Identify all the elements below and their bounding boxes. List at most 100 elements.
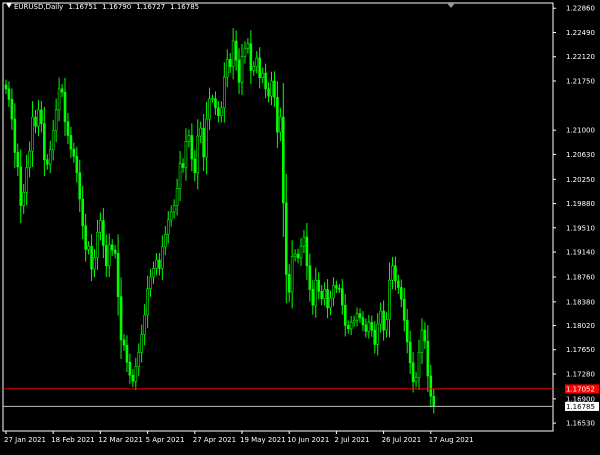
candle-body	[228, 59, 232, 67]
ohlc-open: 1.16751	[68, 3, 98, 11]
time-tick-label: 27 Jan 2021	[4, 436, 46, 444]
price-tick-label: 1.18380	[566, 298, 595, 306]
price-tick-label: 1.21000	[566, 127, 595, 135]
candle-body	[34, 116, 37, 127]
price-tick-label: 1.19880	[566, 200, 595, 208]
chart-menu-triangle-icon[interactable]	[6, 3, 12, 8]
candle-body	[343, 304, 347, 326]
candle-body	[346, 325, 350, 330]
candle-body	[10, 99, 14, 120]
candle-body	[87, 245, 90, 250]
candle-body	[110, 244, 114, 251]
candle-body	[302, 236, 306, 247]
price-tick-label: 1.20250	[566, 176, 595, 184]
candle-body	[352, 319, 356, 323]
candle-body	[31, 116, 34, 152]
candle-body	[414, 376, 418, 383]
candle-body	[258, 57, 262, 79]
candle-body	[293, 253, 297, 257]
candle-body	[320, 291, 323, 299]
chart-title-bar: EURUSD,Daily 1.16751 1.16790 1.16727 1.16785	[6, 3, 204, 11]
chart-area[interactable]: 1.22860 1.22490 1.22120 1.21750 1.21000 1.206…	[0, 0, 600, 451]
price-tick-label: 1.19140	[566, 249, 595, 257]
price-tick-label: 1.18760	[566, 273, 595, 281]
price-tick-label: 1.18020	[566, 322, 595, 330]
candle-body	[287, 274, 291, 293]
ohlc-close: 1.16785	[170, 3, 200, 11]
candle-body	[338, 287, 341, 290]
candle-body	[69, 135, 73, 150]
candle-body	[28, 150, 31, 168]
price-chart[interactable]: 1.22860 1.22490 1.22120 1.21750 1.21000 1.206…	[0, 0, 600, 451]
candle-body	[107, 244, 111, 267]
candle-body	[90, 245, 93, 270]
candle-body	[397, 280, 400, 288]
candle-body	[4, 84, 8, 90]
candle-body	[93, 257, 96, 270]
candle-body	[299, 245, 303, 259]
chart-shift-marker-icon[interactable]	[447, 3, 455, 8]
candle-body	[391, 265, 394, 281]
candle-body	[267, 88, 270, 97]
candle-body	[273, 80, 276, 98]
candle-body	[426, 340, 430, 377]
candle-body	[243, 47, 247, 58]
candle-body	[376, 323, 380, 345]
candle-body	[308, 265, 312, 290]
candle-body	[214, 98, 217, 109]
ohlc-high: 1.16790	[102, 3, 132, 11]
price-tick-label: 1.22490	[566, 29, 595, 37]
candle-body	[134, 366, 138, 382]
candle-body	[370, 321, 374, 331]
candle-body	[113, 249, 117, 254]
bid-price-label: 1.16785	[566, 403, 595, 411]
candle-body	[96, 232, 99, 258]
candle-body	[264, 72, 267, 90]
candle-body	[382, 310, 385, 331]
candle-body	[140, 334, 143, 353]
candle-body	[358, 313, 362, 318]
candle-body	[187, 135, 191, 142]
candle-body	[335, 285, 338, 289]
candle-body	[137, 352, 141, 368]
time-tick-label: 10 Jun 2021	[287, 436, 329, 444]
candle-body	[54, 109, 58, 132]
candle-body	[281, 116, 285, 204]
candle-body	[116, 253, 120, 297]
candle-body	[305, 236, 309, 267]
price-tick-label: 1.17280	[566, 370, 595, 378]
candle-body	[423, 329, 427, 342]
candle-body	[175, 188, 179, 206]
candle-body	[355, 313, 359, 321]
time-tick-label: 18 Feb 2021	[51, 436, 95, 444]
time-tick-label: 5 Apr 2021	[146, 436, 185, 444]
candle-body	[16, 152, 20, 168]
time-tick-label: 19 May 2021	[240, 436, 286, 444]
candle-body	[146, 288, 149, 316]
price-tick-label: 1.22120	[566, 53, 595, 61]
candle-body	[37, 109, 40, 127]
candle-body	[99, 220, 102, 233]
candle-body	[385, 319, 388, 331]
candle-body	[249, 43, 253, 71]
level-price-label: 1.17052	[566, 385, 595, 393]
candle-body	[231, 40, 235, 67]
candle-body	[420, 329, 424, 353]
time-tick-label: 26 Jul 2021	[382, 436, 422, 444]
time-tick-label: 12 Mar 2021	[98, 436, 142, 444]
candle-body	[184, 140, 188, 168]
candle-body	[270, 80, 273, 97]
candle-body	[246, 43, 250, 49]
candle-body	[190, 135, 194, 160]
candle-body	[279, 116, 282, 133]
price-tick-label: 1.20630	[566, 151, 595, 159]
candle-body	[128, 361, 132, 376]
candle-body	[57, 88, 61, 111]
candle-body	[220, 107, 223, 117]
candle-body	[164, 234, 167, 248]
candle-body	[290, 256, 294, 293]
candle-body	[311, 289, 315, 306]
candle-body	[51, 130, 55, 151]
candle-body	[152, 268, 155, 278]
price-tick-label: 1.19510	[566, 224, 595, 232]
